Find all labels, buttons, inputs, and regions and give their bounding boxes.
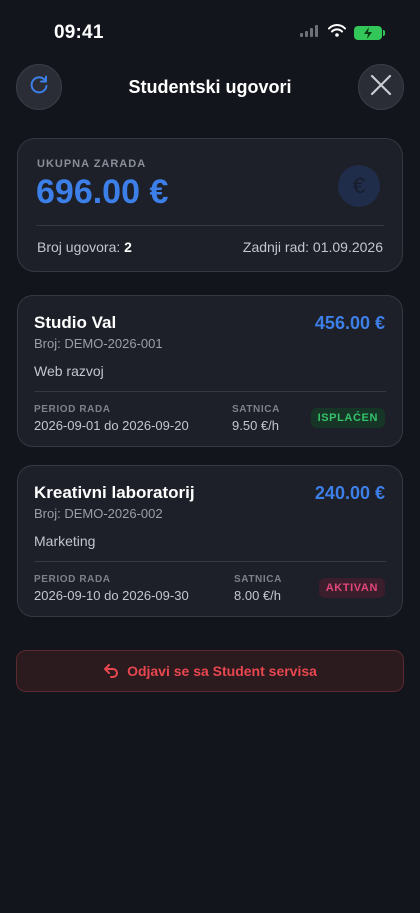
contract-card[interactable]: Studio Val 456.00 € Broj: DEMO-2026-001 …: [17, 295, 403, 447]
contract-count-label: Broj ugovora:: [37, 239, 121, 255]
status-time: 09:41: [54, 22, 104, 43]
wifi-icon: [328, 24, 346, 42]
rate-value: 8.00 €/h: [234, 588, 281, 603]
close-button[interactable]: [358, 64, 404, 110]
battery-icon: [354, 26, 385, 40]
logout-button[interactable]: Odjavi se sa Student servisa: [16, 650, 404, 692]
contract-count-value: 2: [124, 239, 132, 255]
status-badge: ISPLAĆEN: [310, 408, 385, 428]
contract-amount: 456.00 €: [314, 313, 385, 333]
logout-icon: [103, 662, 119, 681]
contract-employer: Studio Val: [34, 313, 117, 332]
signal-icon: [300, 24, 320, 42]
close-icon: [370, 74, 392, 101]
status-badge: AKTIVAN: [318, 578, 385, 598]
contract-card[interactable]: Kreativni laboratorij 240.00 € Broj: DEM…: [17, 465, 403, 617]
earnings-summary-card: UKUPNA ZARADA 696.00 € € Broj ugovora: 2…: [17, 138, 403, 272]
nav-bar: Studentski ugovori: [0, 64, 420, 112]
euro-icon: €: [338, 165, 380, 207]
contract-amount: 240.00 €: [314, 483, 385, 503]
contract-count: Broj ugovora: 2: [37, 239, 132, 255]
last-work-date: Zadnji rad: 01.09.2026: [242, 239, 383, 255]
contract-type: Web razvoj: [34, 363, 104, 379]
divider: [34, 391, 386, 392]
logout-label: Odjavi se sa Student servisa: [127, 663, 317, 679]
rate-value: 9.50 €/h: [232, 418, 279, 433]
period-value: 2026-09-01 do 2026-09-20: [34, 418, 189, 433]
contract-number: Broj: DEMO-2026-002: [34, 506, 163, 521]
status-bar: 09:41: [0, 0, 420, 60]
contract-number: Broj: DEMO-2026-001: [34, 336, 163, 351]
period-value: 2026-09-10 do 2026-09-30: [34, 588, 189, 603]
period-label: PERIOD RADA: [34, 404, 111, 415]
page-title: Studentski ugovori: [128, 77, 292, 97]
divider: [36, 225, 384, 226]
divider: [34, 561, 386, 562]
total-earnings-label: UKUPNA ZARADA: [37, 158, 147, 170]
contract-employer: Kreativni laboratorij: [34, 483, 195, 502]
contract-type: Marketing: [34, 533, 96, 549]
period-label: PERIOD RADA: [34, 574, 111, 585]
total-earnings-amount: 696.00 €: [36, 173, 169, 211]
rate-label: SATNICA: [234, 574, 282, 585]
status-icons: [300, 24, 385, 42]
rate-label: SATNICA: [232, 404, 280, 415]
